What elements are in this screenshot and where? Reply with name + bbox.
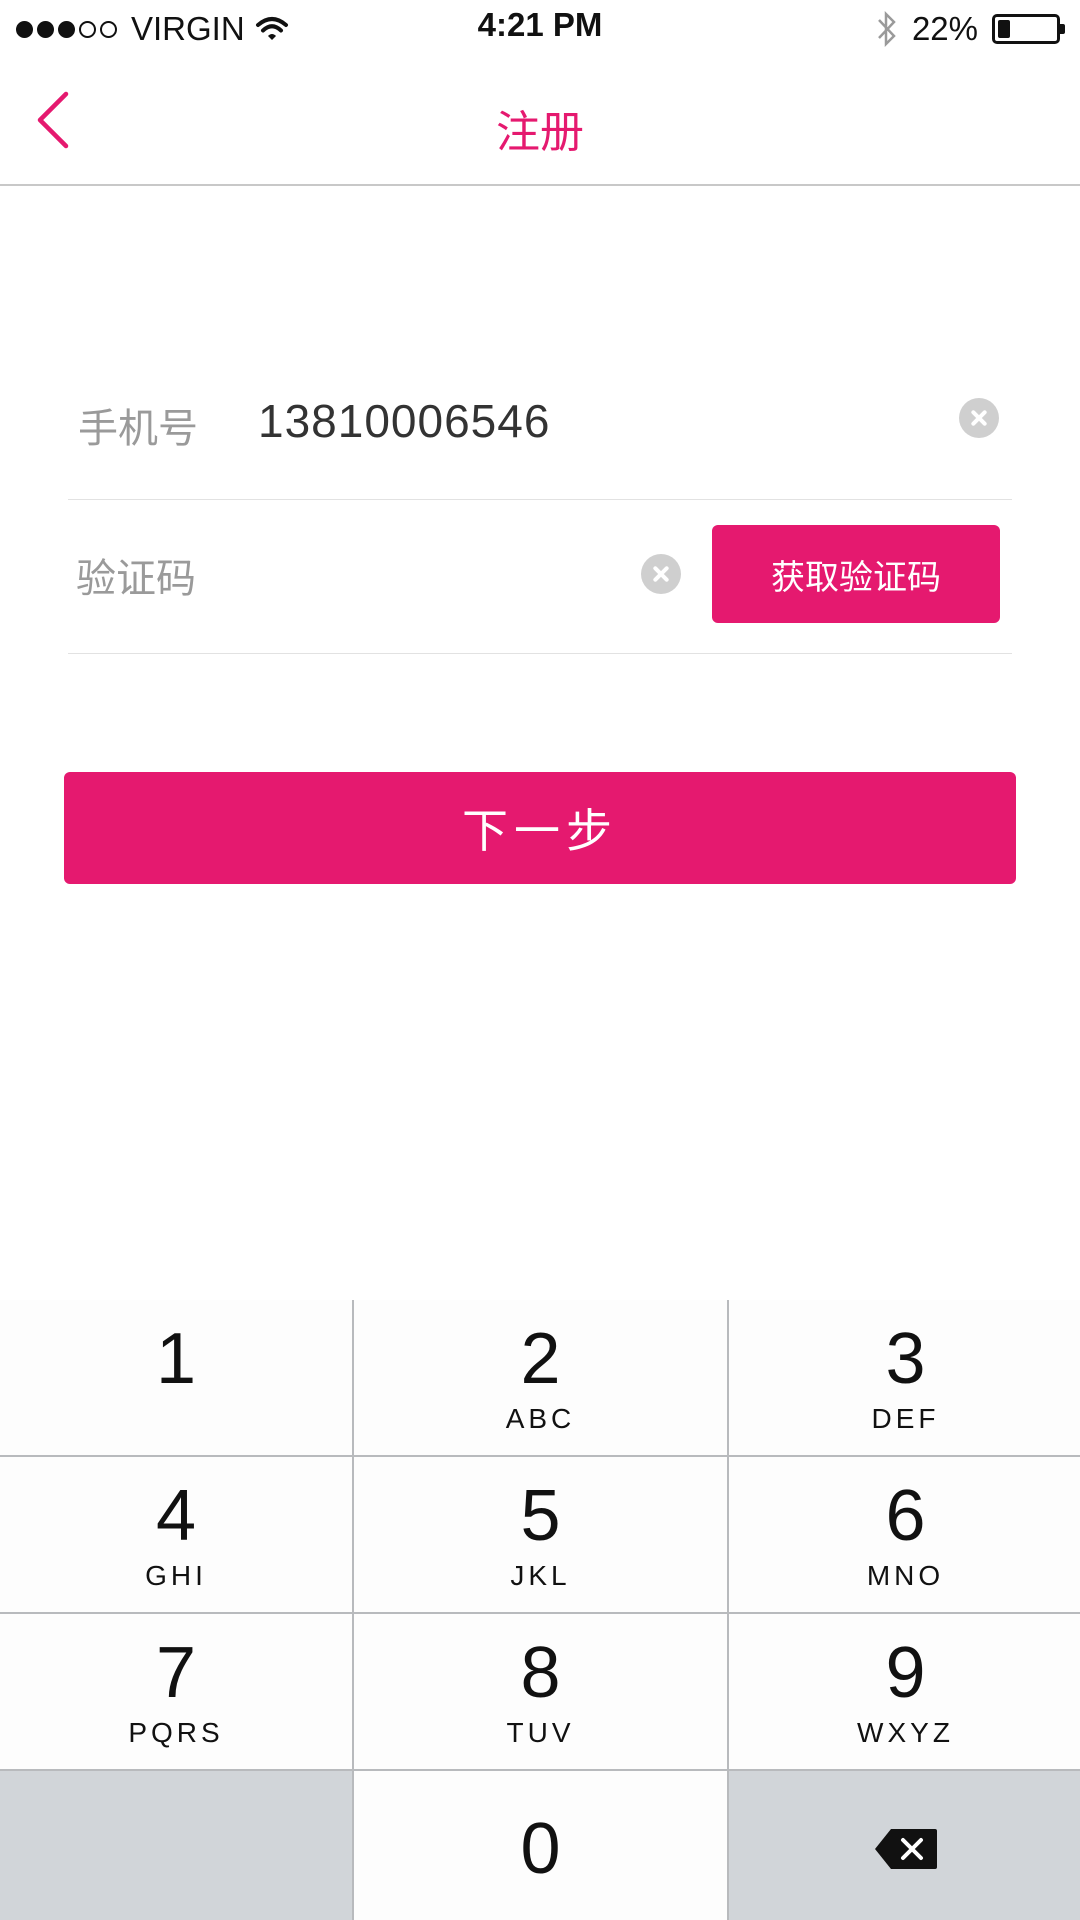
key-1[interactable]: 1 [0,1300,352,1455]
bluetooth-icon [878,10,896,48]
key-letters: ABC [505,1402,576,1434]
clear-code-icon[interactable] [641,554,681,594]
key-digit: 7 [155,1632,197,1713]
key-digit: 0 [520,1808,561,1889]
phone-row: 手机号 [68,360,1012,500]
key-digit: 4 [155,1475,197,1556]
key-letters: MNO [866,1559,945,1591]
phone-label: 手机号 [78,406,198,452]
key-digit: 8 [520,1632,561,1713]
key-letters: TUV [506,1716,575,1748]
key-digit: 3 [885,1318,926,1399]
key-9[interactable]: 9 WXYZ [729,1614,1080,1769]
backspace-icon [874,1828,937,1869]
key-digit: 5 [520,1475,561,1556]
battery-level-fill [998,20,1010,38]
key-digit: 1 [155,1318,197,1399]
key-letters: GHI [145,1559,207,1591]
key-4[interactable]: 4 GHI [0,1457,352,1612]
key-digit: 6 [885,1475,926,1556]
key-letters: JKL [510,1559,571,1591]
navigation-bar: 注册 [0,58,1080,186]
key-0[interactable]: 0 [354,1771,727,1920]
clear-phone-icon[interactable] [959,398,999,438]
status-bar: VIRGIN 4:21 PM 22% [0,0,1080,58]
page-title: 注册 [496,107,584,158]
key-2[interactable]: 2 ABC [354,1300,727,1455]
next-step-button[interactable]: 下一步 [64,772,1016,884]
verification-code-row: 获取验证码 [68,500,1012,654]
key-7[interactable]: 7 PQRS [0,1614,352,1769]
key-digit: 9 [885,1632,926,1713]
delete-key[interactable] [729,1771,1080,1920]
battery-percentage: 22% [911,10,978,47]
verification-code-input[interactable] [76,544,616,614]
battery-icon [992,14,1065,44]
get-verification-code-button[interactable]: 获取验证码 [712,525,1000,623]
key-3[interactable]: 3 DEF [729,1300,1080,1455]
phone-input[interactable] [258,386,818,456]
key-letters: WXYZ [857,1716,954,1748]
key-letters: DEF [871,1402,940,1434]
key-6[interactable]: 6 MNO [729,1457,1080,1612]
key-letters: PQRS [128,1716,224,1748]
key-blank [0,1771,352,1920]
status-right: 22% [876,8,1065,50]
key-digit: 2 [520,1318,561,1399]
key-5[interactable]: 5 JKL [354,1457,727,1612]
key-8[interactable]: 8 TUV [354,1614,727,1769]
numeric-keypad: 1 2 ABC 3 DEF 4 GHI 5 JKL 6 MNO 7 PQRS 8… [0,1300,1080,1920]
